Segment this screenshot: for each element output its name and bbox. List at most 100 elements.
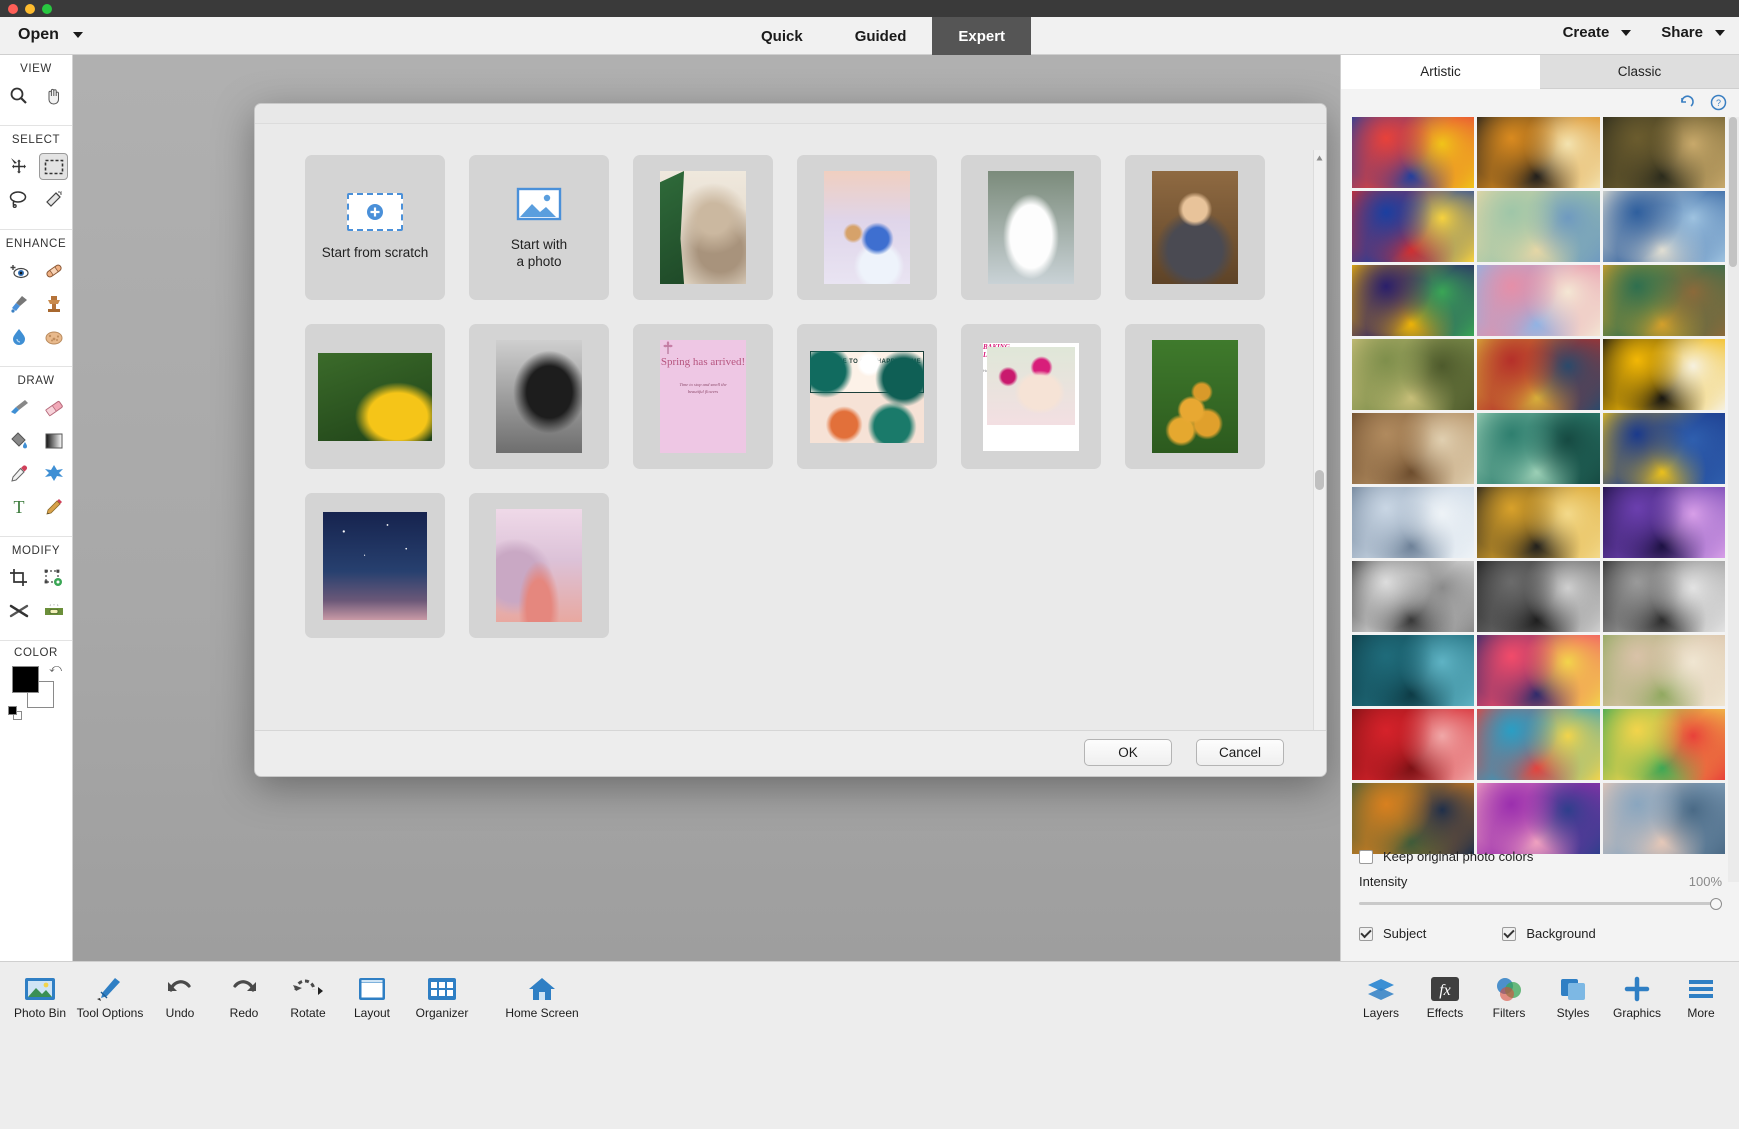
tab-guided[interactable]: Guided	[829, 17, 933, 55]
help-icon[interactable]: ?	[1710, 94, 1727, 111]
rotate-button[interactable]: Rotate	[276, 968, 340, 1020]
effect-thumbnail-sepia-portrait[interactable]	[1352, 413, 1475, 484]
template-start-with-a-photo[interactable]: Start with a photo	[469, 155, 609, 300]
background-checkbox[interactable]	[1502, 926, 1517, 941]
background-toggle[interactable]: Background	[1502, 926, 1596, 941]
filters-button[interactable]: Filters	[1477, 968, 1541, 1020]
quick-selection-tool[interactable]	[39, 186, 68, 213]
move-tool[interactable]	[4, 153, 33, 180]
effect-thumbnail-watercolor-dog[interactable]	[1477, 265, 1600, 336]
minimize-window-button[interactable]	[25, 4, 35, 14]
template-start-from-scratch[interactable]: Start from scratch	[305, 155, 445, 300]
intensity-slider[interactable]	[1359, 898, 1722, 910]
recompose-tool[interactable]	[39, 564, 68, 591]
sponge-tool[interactable]	[39, 323, 68, 350]
crop-tool[interactable]	[4, 564, 33, 591]
graphics-button[interactable]: Graphics	[1605, 968, 1669, 1020]
effect-thumbnail-horse-ink[interactable]	[1477, 561, 1600, 632]
effect-thumbnail-cosmic-purple[interactable]	[1602, 487, 1725, 558]
color-picker-tool[interactable]	[4, 460, 33, 487]
dialog-vertical-scrollbar[interactable]	[1313, 150, 1325, 732]
template-i-am-happiest[interactable]: My love... I am happiest when I am right…	[469, 324, 609, 469]
pencil-tool[interactable]	[39, 493, 68, 520]
default-colors-icon[interactable]	[8, 706, 22, 720]
template-stars-cant-shine[interactable]: STARS CAN'T SHINE WITHOUT DARKNESS	[305, 493, 445, 638]
tab-quick[interactable]: Quick	[735, 17, 829, 55]
maximize-window-button[interactable]	[42, 4, 52, 14]
effect-thumbnail-night-cafe[interactable]	[1477, 339, 1600, 410]
effect-thumbnail-bw-sketch[interactable]	[1352, 561, 1475, 632]
home-screen-button[interactable]: Home Screen	[480, 968, 604, 1020]
keep-original-photo-colors-checkbox[interactable]	[1359, 849, 1373, 864]
ok-button[interactable]: OK	[1084, 739, 1172, 766]
redo-button[interactable]: Redo	[212, 968, 276, 1020]
effect-thumbnail-starry-night[interactable]	[1602, 413, 1725, 484]
scrollbar-thumb[interactable]	[1315, 470, 1324, 490]
slider-knob[interactable]	[1710, 898, 1722, 910]
close-window-button[interactable]	[8, 4, 18, 14]
tab-classic[interactable]: Classic	[1540, 55, 1739, 89]
hand-tool[interactable]	[39, 82, 68, 109]
effect-thumbnail-great-wave[interactable]	[1602, 191, 1725, 262]
create-menu[interactable]: Create	[1563, 24, 1632, 41]
undo-button[interactable]: Undo	[148, 968, 212, 1020]
blur-tool[interactable]	[4, 323, 33, 350]
template-you-are-golden[interactable]: YOU ARE Golden	[469, 493, 609, 638]
rectangular-marquee-tool[interactable]	[39, 153, 68, 180]
template-purr-fect[interactable]: PURR-FECT	[633, 155, 773, 300]
zoom-tool[interactable]	[4, 82, 33, 109]
brush-tool[interactable]	[4, 394, 33, 421]
share-menu[interactable]: Share	[1661, 24, 1725, 41]
reset-effects-icon[interactable]	[1679, 94, 1696, 111]
keep-original-photo-colors-row[interactable]: Keep original photo colors	[1341, 843, 1739, 870]
gradient-tool[interactable]	[39, 427, 68, 454]
template-baking-love[interactable]: BAKING LOVE Homemade cakes baked with lo…	[961, 324, 1101, 469]
template-stay-wild[interactable]: stay WILD	[961, 155, 1101, 300]
smart-brush-tool[interactable]	[4, 290, 33, 317]
effects-button[interactable]: fx Effects	[1413, 968, 1477, 1020]
swap-colors-icon[interactable]: ⤺	[49, 661, 62, 676]
effect-thumbnail-pop-cat[interactable]	[1477, 635, 1600, 706]
spot-healing-brush-tool[interactable]	[39, 257, 68, 284]
content-aware-move-tool[interactable]	[4, 597, 33, 624]
scrollbar-thumb[interactable]	[1729, 117, 1737, 267]
effect-thumbnail-neon-cactus[interactable]	[1352, 265, 1475, 336]
effect-thumbnail-red-poppy[interactable]	[1352, 709, 1475, 780]
custom-shape-tool[interactable]	[39, 460, 68, 487]
tab-artistic[interactable]: Artistic	[1341, 55, 1540, 89]
template-the-best-grandpa[interactable]: THE BEST GRANDPA	[1125, 155, 1265, 300]
effect-thumbnail-olive-grove[interactable]	[1352, 339, 1475, 410]
organizer-button[interactable]: Organizer	[404, 968, 480, 1020]
effect-thumbnail-teal-abstract[interactable]	[1352, 635, 1475, 706]
subject-checkbox[interactable]	[1359, 926, 1373, 941]
eraser-tool[interactable]	[39, 394, 68, 421]
paint-bucket-tool[interactable]	[4, 427, 33, 454]
template-food-stories[interactable]: FOOD STORIES	[1125, 324, 1265, 469]
template-spring-has-arrived[interactable]: Spring has arrived! Time to stop and sme…	[633, 324, 773, 469]
effect-thumbnail-picasso-portrait[interactable]	[1352, 117, 1475, 188]
effect-thumbnail-graffiti-dog[interactable]	[1477, 709, 1600, 780]
open-button[interactable]: Open	[12, 24, 89, 46]
styles-button[interactable]: Styles	[1541, 968, 1605, 1020]
template-collect-beautiful-moments[interactable]: COLLECT BEAUTIFUL MOMENTS	[305, 324, 445, 469]
effect-thumbnail-city-bw[interactable]	[1602, 561, 1725, 632]
photo-bin-button[interactable]: Photo Bin	[8, 968, 72, 1020]
effect-thumbnail-snow-scene[interactable]	[1352, 487, 1475, 558]
more-button[interactable]: More	[1669, 968, 1733, 1020]
tool-options-button[interactable]: Tool Options	[72, 968, 148, 1020]
effects-scrollbar[interactable]	[1728, 117, 1739, 882]
layout-button[interactable]: Layout	[340, 968, 404, 1020]
cancel-button[interactable]: Cancel	[1196, 739, 1284, 766]
effect-thumbnail-pop-toucan[interactable]	[1602, 339, 1725, 410]
layers-button[interactable]: Layers	[1349, 968, 1413, 1020]
effect-thumbnail-abstract-blue-red[interactable]	[1352, 191, 1475, 262]
type-tool[interactable]: T	[4, 493, 33, 520]
effect-thumbnail-pastel-field[interactable]	[1602, 635, 1725, 706]
straighten-tool[interactable]	[39, 597, 68, 624]
red-eye-removal-tool[interactable]	[4, 257, 33, 284]
effect-thumbnail-concert-lights[interactable]	[1477, 487, 1600, 558]
effect-thumbnail-green-swirl[interactable]	[1477, 413, 1600, 484]
foreground-color-swatch[interactable]	[12, 666, 39, 693]
template-let-it-snow[interactable]: LET IT SNOW	[797, 155, 937, 300]
effect-thumbnail-tiger-mosaic[interactable]	[1477, 117, 1600, 188]
